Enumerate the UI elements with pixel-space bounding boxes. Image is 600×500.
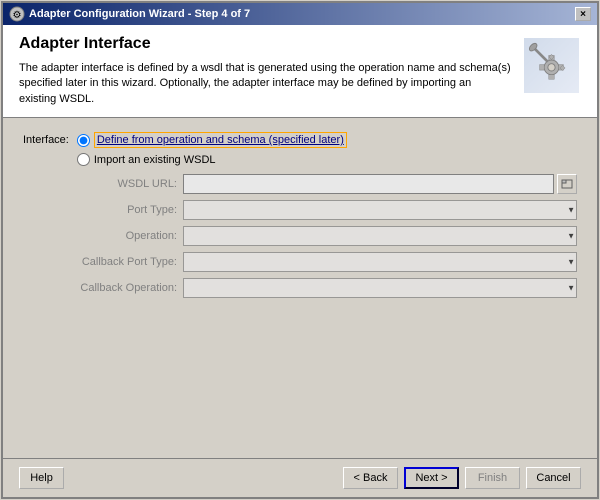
wsdl-url-input[interactable] xyxy=(183,174,554,194)
wsdl-url-label: WSDL URL: xyxy=(53,178,183,190)
callback-port-type-label: Callback Port Type: xyxy=(53,256,183,268)
interface-label: Interface: xyxy=(23,134,69,146)
operation-select[interactable] xyxy=(183,226,577,246)
cancel-button[interactable]: Cancel xyxy=(526,467,581,489)
wsdl-url-row: WSDL URL: xyxy=(53,174,577,194)
browse-icon xyxy=(561,178,573,190)
header-section: Adapter Interface The adapter interface … xyxy=(3,25,597,118)
wizard-window: ⚙ Adapter Configuration Wizard - Step 4 … xyxy=(1,1,599,499)
next-button[interactable]: Next > xyxy=(404,467,459,489)
port-type-row: Port Type: ▼ xyxy=(53,200,577,220)
help-button[interactable]: Help xyxy=(19,467,64,489)
operation-label: Operation: xyxy=(53,230,183,242)
radio-options: Define from operation and schema (specif… xyxy=(77,132,347,166)
radio-option-define[interactable]: Define from operation and schema (specif… xyxy=(77,132,347,148)
operation-row: Operation: ▼ xyxy=(53,226,577,246)
radio-define[interactable] xyxy=(77,134,90,147)
form-section: Interface: Define from operation and sch… xyxy=(3,118,597,458)
gear-icon xyxy=(524,38,579,93)
header-description: The adapter interface is defined by a ws… xyxy=(19,61,511,107)
callback-operation-row: Callback Operation: ▼ xyxy=(53,278,577,298)
port-type-select-wrap: ▼ xyxy=(183,200,577,220)
svg-text:⚙: ⚙ xyxy=(13,10,22,21)
callback-port-type-select[interactable] xyxy=(183,252,577,272)
radio-option-import[interactable]: Import an existing WSDL xyxy=(77,153,347,166)
title-bar-icon: ⚙ xyxy=(9,6,25,22)
footer-area: Help < Back Next > Finish Cancel xyxy=(3,458,597,497)
close-button[interactable]: × xyxy=(575,7,591,21)
finish-button[interactable]: Finish xyxy=(465,467,520,489)
title-bar-left: ⚙ Adapter Configuration Wizard - Step 4 … xyxy=(9,6,250,22)
page-title: Adapter Interface xyxy=(19,35,511,53)
content-area: Adapter Interface The adapter interface … xyxy=(3,25,597,497)
fields-area: WSDL URL: Port Type: xyxy=(53,174,577,298)
callback-operation-select[interactable] xyxy=(183,278,577,298)
browse-button[interactable] xyxy=(557,174,577,194)
callback-operation-select-wrap: ▼ xyxy=(183,278,577,298)
callback-port-type-row: Callback Port Type: ▼ xyxy=(53,252,577,272)
operation-select-wrap: ▼ xyxy=(183,226,577,246)
port-type-label: Port Type: xyxy=(53,204,183,216)
callback-port-type-select-wrap: ▼ xyxy=(183,252,577,272)
radio-import-label: Import an existing WSDL xyxy=(94,154,216,166)
footer-right: < Back Next > Finish Cancel xyxy=(343,467,581,489)
interface-row: Interface: Define from operation and sch… xyxy=(23,132,577,166)
wsdl-url-input-wrap xyxy=(183,174,577,194)
radio-import[interactable] xyxy=(77,153,90,166)
title-bar: ⚙ Adapter Configuration Wizard - Step 4 … xyxy=(3,3,597,25)
header-text-area: Adapter Interface The adapter interface … xyxy=(19,35,521,107)
port-type-select[interactable] xyxy=(183,200,577,220)
title-bar-title: Adapter Configuration Wizard - Step 4 of… xyxy=(29,8,250,20)
footer-left: Help xyxy=(19,467,64,489)
back-button[interactable]: < Back xyxy=(343,467,398,489)
header-icon-area xyxy=(521,35,581,95)
callback-operation-label: Callback Operation: xyxy=(53,282,183,294)
radio-define-label: Define from operation and schema (specif… xyxy=(94,132,347,148)
